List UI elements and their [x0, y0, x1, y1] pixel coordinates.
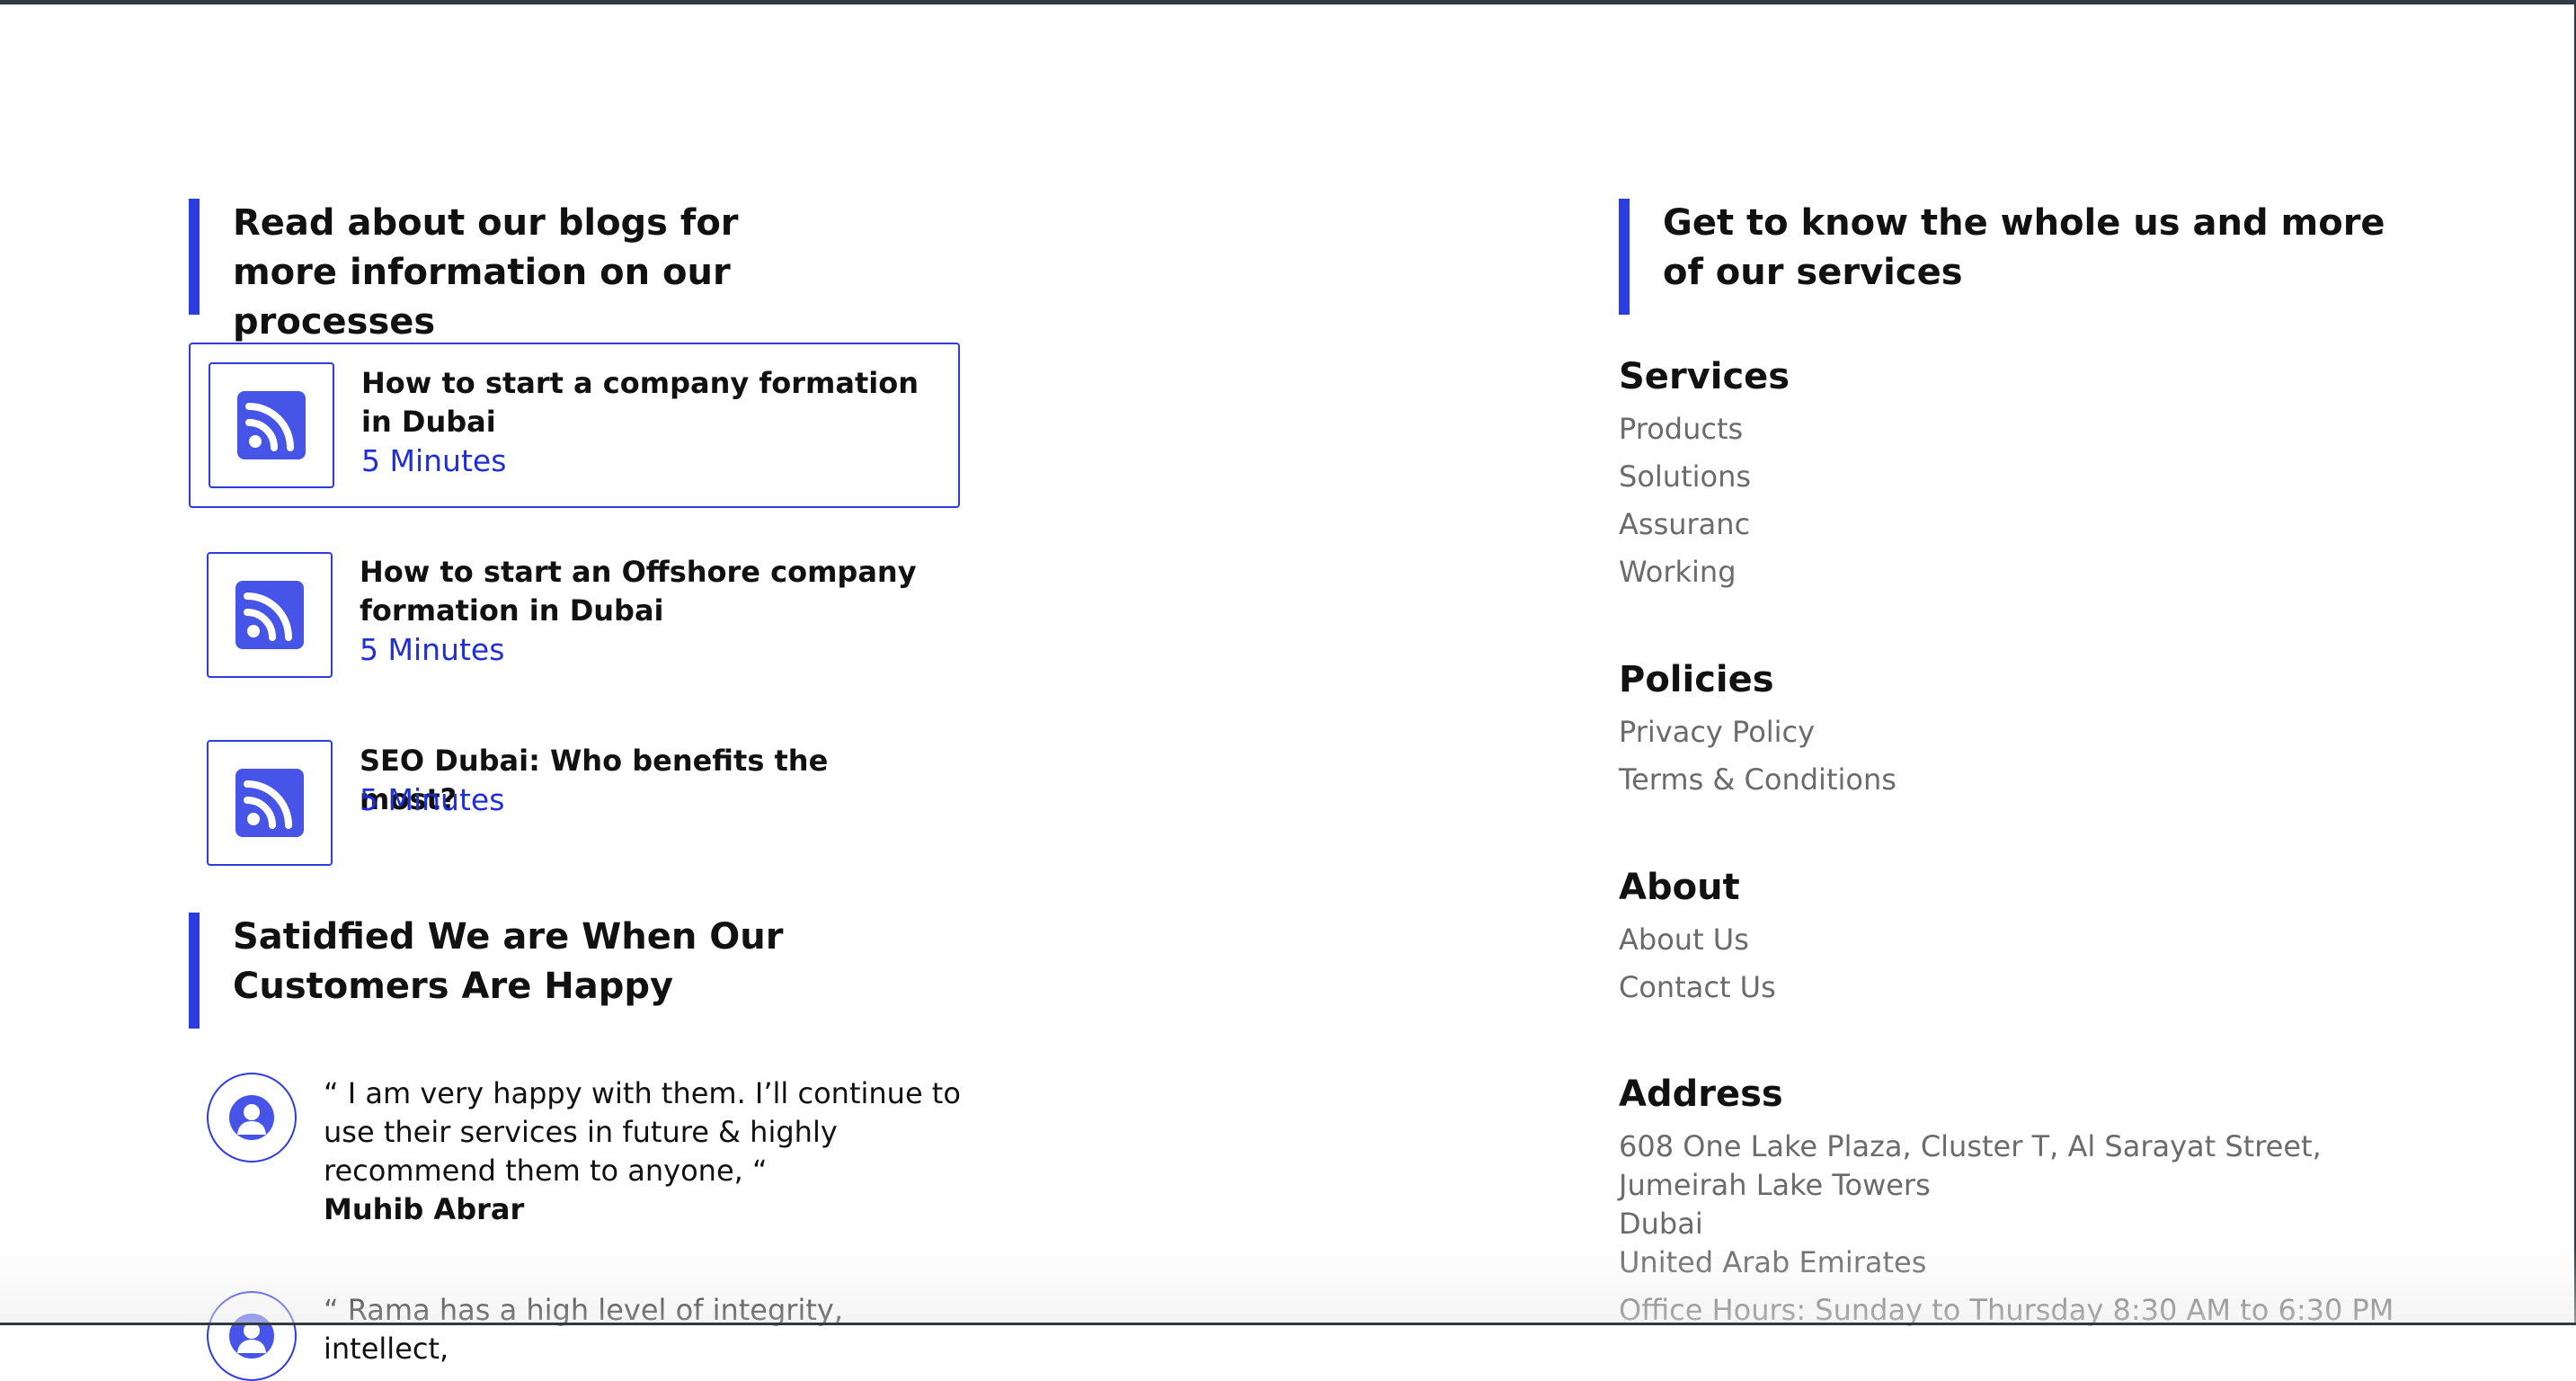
- link-about-us[interactable]: About Us: [1619, 921, 1749, 959]
- user-avatar-icon: [229, 1095, 274, 1140]
- rss-icon: [237, 391, 306, 459]
- testimonial-avatar: [207, 1073, 297, 1163]
- blog-card-seo-dubai[interactable]: SEO Dubai: Who benefits the most? 5 Minu…: [189, 740, 960, 866]
- link-assurance[interactable]: Assuranc: [1619, 505, 1750, 544]
- testimonial-avatar: [207, 1291, 297, 1381]
- blog-thumbnail: [207, 740, 333, 866]
- testimonial-author: Muhib Abrar: [324, 1192, 525, 1226]
- user-avatar-icon: [229, 1314, 274, 1359]
- address-city: Dubai: [1619, 1207, 1703, 1241]
- link-privacy-policy[interactable]: Privacy Policy: [1619, 713, 1815, 752]
- blog-read-time: 5 Minutes: [360, 632, 505, 667]
- rss-icon: [235, 581, 304, 649]
- window-top-border: [0, 0, 2576, 4]
- blog-read-time: 5 Minutes: [360, 782, 505, 817]
- address-country: United Arab Emirates: [1619, 1245, 1927, 1279]
- link-working[interactable]: Working: [1619, 553, 1737, 592]
- testimonial-quote: “ I am very happy with them. I’ll contin…: [324, 1076, 961, 1188]
- blog-card-company-formation[interactable]: How to start a company formation in Duba…: [189, 343, 960, 508]
- blog-read-time: 5 Minutes: [361, 443, 507, 478]
- link-products[interactable]: Products: [1619, 410, 1743, 449]
- policies-heading: Policies: [1619, 659, 1774, 700]
- rss-icon: [235, 769, 304, 837]
- link-solutions[interactable]: Solutions: [1619, 458, 1751, 496]
- blog-card-offshore-formation[interactable]: How to start an Offshore company formati…: [189, 552, 960, 678]
- blog-thumbnail: [207, 552, 333, 678]
- services-heading: Services: [1619, 356, 1790, 397]
- blog-title[interactable]: How to start an Offshore company formati…: [360, 553, 935, 630]
- address-street: 608 One Lake Plaza, Cluster T, Al Saraya…: [1619, 1129, 2322, 1202]
- blog-thumbnail: [209, 362, 334, 488]
- about-heading: About: [1619, 867, 1740, 908]
- link-contact-us[interactable]: Contact Us: [1619, 968, 1776, 1007]
- address-heading: Address: [1619, 1074, 1783, 1115]
- about-section-title: Get to know the whole us and more of our…: [1619, 199, 2392, 315]
- blog-title[interactable]: How to start a company formation in Duba…: [361, 364, 937, 441]
- testimonial-quote: “ Rama has a high level of integrity, in…: [324, 1293, 843, 1366]
- testimonials-section-title: Satidfied We are When Our Customers Are …: [189, 913, 962, 1029]
- blogs-section-title: Read about our blogs for more informatio…: [189, 199, 836, 343]
- link-terms-conditions[interactable]: Terms & Conditions: [1619, 761, 1896, 799]
